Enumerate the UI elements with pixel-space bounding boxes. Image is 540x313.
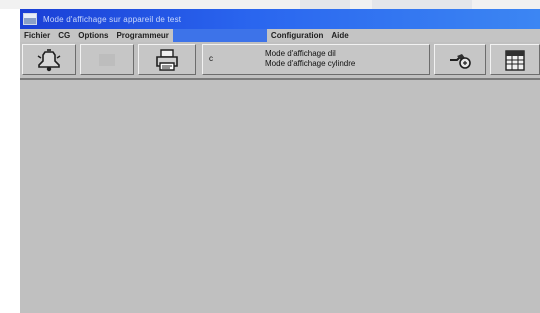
app-window: Mode d'affichage sur appareil de test Fi… bbox=[20, 9, 540, 313]
disabled-button[interactable] bbox=[80, 44, 134, 75]
main-content-area bbox=[20, 80, 540, 313]
title-bar[interactable]: Mode d'affichage sur appareil de test bbox=[20, 9, 540, 29]
window-title: Mode d'affichage sur appareil de test bbox=[43, 14, 182, 24]
calendar-button[interactable] bbox=[490, 44, 540, 75]
alarm-bell-icon bbox=[37, 48, 61, 71]
display-mode-selector[interactable]: c Mode d'affichage dil Mode d'affichage … bbox=[202, 44, 430, 75]
blank-icon bbox=[99, 53, 115, 66]
calendar-icon bbox=[505, 49, 525, 71]
mode-options: Mode d'affichage dil Mode d'affichage cy… bbox=[265, 49, 355, 69]
mode-option-1[interactable]: Mode d'affichage dil bbox=[265, 49, 355, 59]
toolbar: c Mode d'affichage dil Mode d'affichage … bbox=[20, 42, 540, 80]
menu-bar: Fichier CG Options Programmeur Configura… bbox=[20, 29, 540, 42]
background-strip-segment bbox=[300, 0, 350, 9]
menu-cg[interactable]: CG bbox=[54, 29, 74, 42]
background-strip bbox=[0, 0, 540, 9]
alarm-button[interactable] bbox=[22, 44, 76, 75]
background-strip-segment bbox=[372, 0, 472, 9]
menu-highlighted-item[interactable] bbox=[172, 29, 267, 42]
connection-icon bbox=[450, 53, 471, 69]
menu-fichier[interactable]: Fichier bbox=[20, 29, 54, 42]
print-button[interactable] bbox=[138, 44, 196, 75]
mode-prefix: c bbox=[209, 54, 213, 63]
menu-programmeur[interactable]: Programmeur bbox=[112, 29, 172, 42]
printer-icon bbox=[156, 48, 178, 71]
menu-options[interactable]: Options bbox=[74, 29, 112, 42]
menu-configuration[interactable]: Configuration bbox=[267, 29, 327, 42]
connection-button[interactable] bbox=[434, 44, 486, 75]
mode-option-2[interactable]: Mode d'affichage cylindre bbox=[265, 59, 355, 69]
menu-aide[interactable]: Aide bbox=[327, 29, 352, 42]
app-icon[interactable] bbox=[23, 13, 37, 25]
